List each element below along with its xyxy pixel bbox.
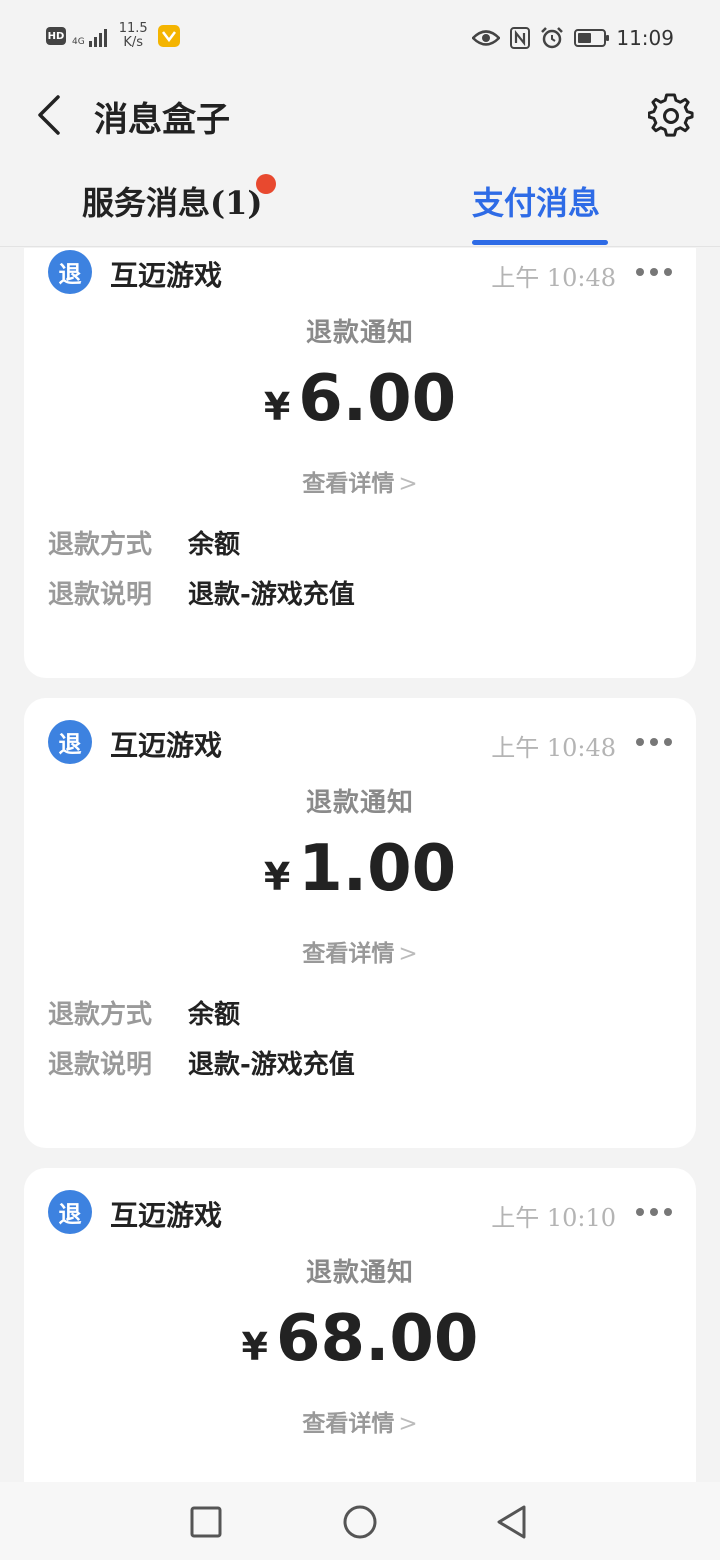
refund-icon: 退 (48, 720, 92, 764)
card-title: 退款通知 (305, 1258, 414, 1288)
card-header: 退 互迈游戏 上午 10:48 (48, 718, 672, 768)
card-title: 退款通知 (305, 788, 414, 818)
notification-app-icon (157, 25, 180, 47)
tab-service-messages[interactable]: 服务消息(1) (82, 178, 263, 224)
alarm-icon (540, 27, 564, 49)
chevron-right-icon: > (398, 1411, 418, 1437)
amount-display: ¥6.00 (24, 362, 696, 436)
merchant-name: 互迈游戏 (110, 729, 223, 762)
info-row: 退款方式 余额 (48, 1000, 241, 1030)
info-row: 退款方式 余额 (48, 530, 241, 560)
merchant-name: 互迈游戏 (110, 1199, 223, 1232)
card-title: 退款通知 (305, 318, 414, 348)
message-card[interactable]: 退 互迈游戏 上午 10:48 退款通知 ¥1.00 查看详情 > 退款方式 余额 … (24, 698, 696, 1148)
back-triangle-icon[interactable] (494, 1504, 530, 1540)
battery-icon (574, 29, 610, 47)
currency-symbol: ¥ (241, 1325, 268, 1369)
recents-square-icon[interactable] (188, 1504, 224, 1540)
amount-display: ¥68.00 (24, 1302, 696, 1376)
amount-display: ¥1.00 (24, 832, 696, 906)
currency-symbol: ¥ (263, 855, 291, 899)
message-time: 上午 10:48 (491, 734, 616, 762)
amount-value: 6.00 (298, 362, 457, 436)
chevron-right-icon: > (398, 471, 418, 497)
home-circle-icon[interactable] (342, 1504, 378, 1540)
more-icon[interactable] (636, 258, 672, 286)
tab-payment-messages[interactable]: 支付消息 (472, 178, 600, 224)
refund-icon: 退 (48, 1190, 92, 1234)
card-header: 退 互迈游戏 上午 10:48 (48, 248, 672, 298)
info-row: 退款说明 退款-游戏充值 (48, 1050, 355, 1080)
hd-badge: HD (46, 27, 66, 45)
more-icon[interactable] (636, 728, 672, 756)
amount-value: 1.00 (298, 832, 457, 906)
message-time: 上午 10:10 (491, 1204, 616, 1232)
settings-button[interactable] (647, 92, 694, 138)
active-tab-indicator (472, 240, 608, 245)
unread-badge (256, 174, 276, 194)
view-details-link[interactable]: 查看详情 > (24, 934, 696, 968)
message-time: 上午 10:48 (491, 264, 616, 292)
page-title: 消息盒子 (94, 100, 230, 140)
card-header: 退 互迈游戏 上午 10:10 (48, 1188, 672, 1238)
signal-icon: 4G (72, 25, 107, 47)
nfc-icon (510, 27, 531, 49)
network-type: 4G (72, 37, 85, 47)
amount-value: 68.00 (276, 1302, 479, 1376)
gear-icon (647, 93, 694, 137)
status-bar: HD 4G 11.5 K/s 11:09 (0, 0, 720, 80)
chevron-left-icon (38, 95, 60, 135)
header: 消息盒子 (0, 80, 720, 150)
merchant-name: 互迈游戏 (110, 259, 223, 292)
message-list[interactable]: 退 互迈游戏 上午 10:48 退款通知 ¥6.00 查看详情 > 退款方式 余额 … (0, 248, 720, 1482)
clock: 11:09 (616, 26, 674, 50)
network-speed: 11.5 K/s (118, 21, 148, 50)
message-tabs: 服务消息(1) 支付消息 (0, 160, 720, 247)
system-nav-bar (0, 1482, 720, 1560)
message-card[interactable]: 退 互迈游戏 上午 10:10 退款通知 ¥68.00 查看详情 > (24, 1168, 696, 1482)
chevron-right-icon: > (398, 941, 418, 967)
back-button[interactable] (30, 92, 70, 138)
more-icon[interactable] (636, 1198, 672, 1226)
eye-icon (472, 29, 501, 47)
view-details-link[interactable]: 查看详情 > (24, 1404, 696, 1438)
info-row: 退款说明 退款-游戏充值 (48, 580, 355, 610)
refund-icon: 退 (48, 250, 92, 294)
message-card[interactable]: 退 互迈游戏 上午 10:48 退款通知 ¥6.00 查看详情 > 退款方式 余额 … (24, 248, 696, 678)
currency-symbol: ¥ (263, 385, 291, 429)
view-details-link[interactable]: 查看详情 > (24, 464, 696, 498)
